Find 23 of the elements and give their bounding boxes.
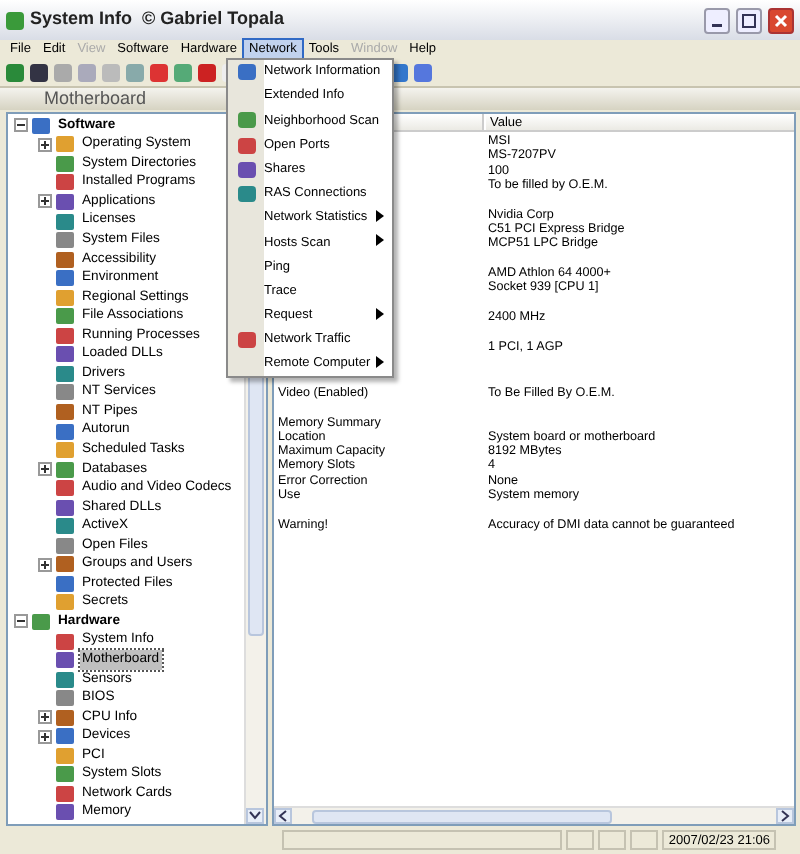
expand-icon[interactable] (38, 137, 52, 152)
window-title: System Info © Gabriel Topala (30, 6, 284, 33)
expand-icon[interactable] (38, 710, 52, 725)
expand-icon[interactable] (38, 729, 52, 744)
scroll-right-button[interactable] (776, 808, 794, 824)
scroll-down-button[interactable] (246, 808, 264, 824)
maximize-icon (742, 13, 756, 27)
expand-icon[interactable] (38, 194, 52, 209)
status-panel (598, 830, 627, 850)
collapse-icon[interactable] (14, 118, 28, 133)
close-icon (774, 13, 788, 27)
app-icon (6, 11, 24, 29)
status-panel (566, 830, 595, 850)
maximize-button[interactable] (736, 7, 762, 33)
minimize-button[interactable] (704, 7, 730, 33)
scrollbar-thumb[interactable] (312, 809, 612, 823)
status-panel (630, 830, 659, 850)
close-button[interactable] (768, 7, 794, 33)
expand-icon[interactable] (38, 557, 52, 572)
collapse-icon[interactable] (14, 614, 28, 629)
expand-icon[interactable] (38, 462, 52, 477)
horizontal-scrollbar[interactable] (274, 806, 794, 824)
scroll-left-button[interactable] (274, 808, 292, 824)
